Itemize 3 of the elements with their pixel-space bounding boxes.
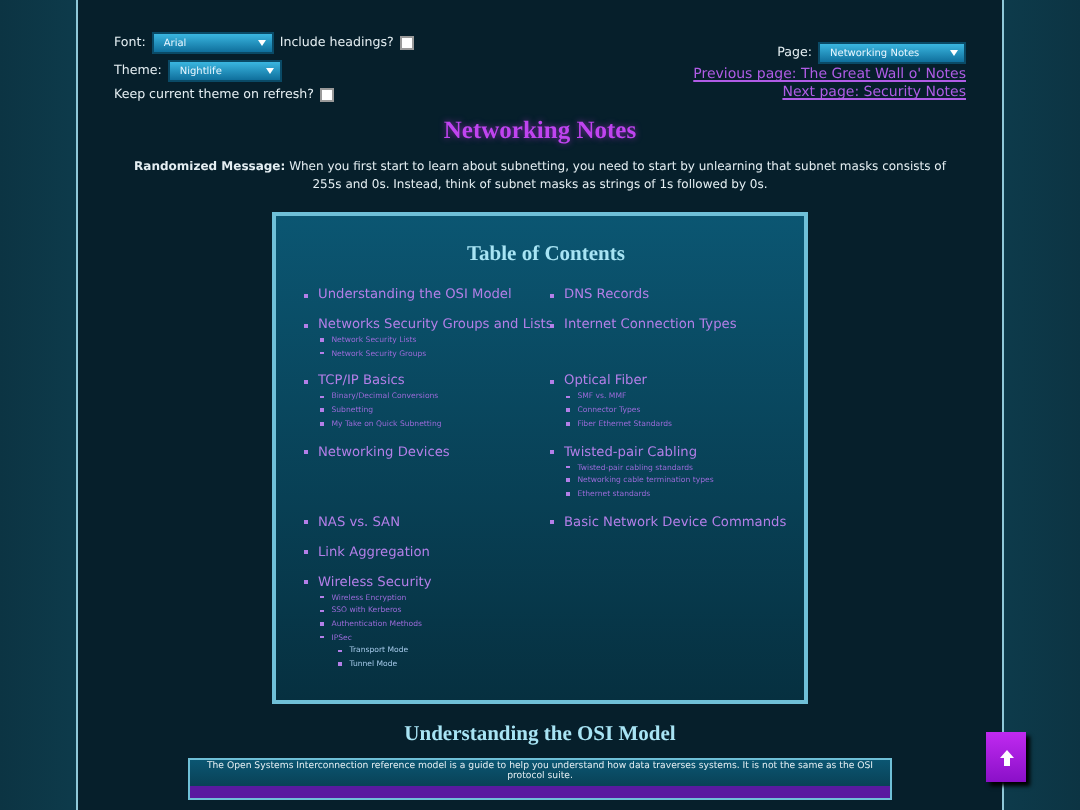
toc-title: Table of Contents — [465, 244, 627, 266]
page-title: Networking Notes — [441, 116, 639, 146]
section-heading: Understanding the OSI Model — [402, 723, 678, 746]
